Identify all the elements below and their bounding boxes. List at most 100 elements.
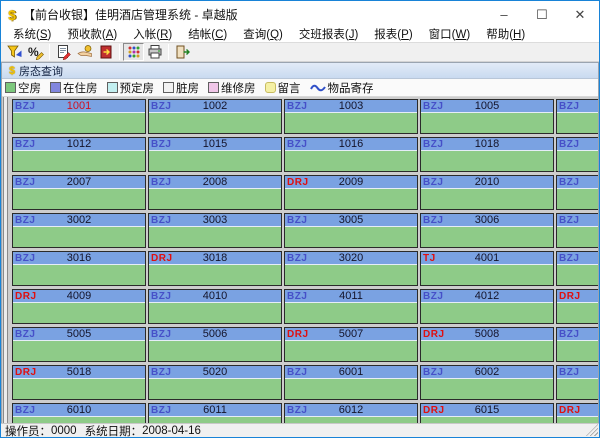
room-number: 4009 (13, 290, 145, 303)
room-cell[interactable]: DRJ (556, 403, 598, 423)
printer-button[interactable] (144, 43, 165, 61)
exit-door-button[interactable] (172, 43, 193, 61)
room-cell[interactable]: BZJ5006 (148, 327, 282, 362)
minimize-button[interactable]: – (485, 1, 523, 28)
room-cell[interactable]: BZJ (556, 175, 598, 210)
room-number: 6010 (13, 404, 145, 417)
menu-item[interactable]: 结帐(C) (180, 28, 235, 42)
room-cell[interactable]: BZJ4011 (284, 289, 418, 324)
room-cell[interactable]: BZJ5020 (148, 365, 282, 400)
child-caption-bar: $ 房态查询 (2, 63, 598, 79)
room-row: BZJ1012BZJ1015BZJ1016BZJ1018 BZJ (12, 137, 598, 172)
room-cell[interactable]: BZJ2007 (12, 175, 146, 210)
menu-item[interactable]: 交班报表(J) (291, 28, 366, 42)
room-cell[interactable]: BZJ3005 (284, 213, 418, 248)
room-cell[interactable]: DRJ5018 (12, 365, 146, 400)
room-cell[interactable]: BZJ (556, 137, 598, 172)
room-cell[interactable]: TJ4001 (420, 251, 554, 286)
cash-register-button[interactable] (95, 43, 116, 61)
room-cell-header: BZJ1001 (13, 100, 145, 113)
room-cell-header: BZJ4010 (149, 290, 281, 303)
room-cell[interactable]: BZJ1018 (420, 137, 554, 172)
room-number: 6015 (421, 404, 553, 417)
room-cell[interactable]: BZJ3006 (420, 213, 554, 248)
room-cell-header: BZJ5006 (149, 328, 281, 341)
room-cell[interactable]: BZJ4010 (148, 289, 282, 324)
room-status-area (13, 113, 145, 133)
menu-item[interactable]: 帮助(H) (478, 28, 533, 42)
room-cell[interactable]: BZJ3002 (12, 213, 146, 248)
room-type-code: BZJ (559, 176, 579, 189)
room-cell[interactable]: BZJ6012 (284, 403, 418, 423)
room-status-area (421, 227, 553, 247)
room-grid-button[interactable] (123, 43, 144, 61)
menu-item[interactable]: 查询(Q) (235, 28, 291, 42)
legend-label: 脏房 (176, 80, 199, 96)
room-cell[interactable]: BZJ1016 (284, 137, 418, 172)
child-dollar-icon: $ (5, 65, 19, 77)
room-row: BZJ3016DRJ3018BZJ3020TJ4001BZJ (12, 251, 598, 286)
room-cell[interactable]: BZJ5005 (12, 327, 146, 362)
room-cell[interactable]: BZJ (556, 327, 598, 362)
maximize-button[interactable]: ☐ (523, 1, 561, 28)
room-cell[interactable]: BZJ1012 (12, 137, 146, 172)
menu-bar: 系统(S)预收款(A)入帐(R)结帐(C)查询(Q)交班报表(J)报表(P)窗口… (1, 28, 599, 42)
hand-cash-button[interactable] (74, 43, 95, 61)
room-cell[interactable]: BZJ (556, 213, 598, 248)
legend-label: 物品寄存 (328, 80, 374, 96)
room-status-area (285, 151, 417, 171)
room-cell[interactable]: BZJ6002 (420, 365, 554, 400)
room-number: 5008 (421, 328, 553, 341)
room-cell[interactable]: BZJ4012 (420, 289, 554, 324)
room-type-code: BZJ (559, 138, 579, 151)
room-cell[interactable]: BZJ1002 (148, 99, 282, 134)
menu-item[interactable]: 系统(S) (5, 28, 59, 42)
room-cell-header: DRJ3018 (149, 252, 281, 265)
room-cell[interactable]: BZJ1015 (148, 137, 282, 172)
menu-item[interactable]: 入帐(R) (125, 28, 180, 42)
room-cell[interactable]: BZJ (556, 99, 598, 134)
room-cell[interactable]: BZJ6001 (284, 365, 418, 400)
room-cell-header: DRJ (557, 290, 598, 303)
room-status-area (149, 379, 281, 399)
room-cell[interactable]: BZJ (556, 365, 598, 400)
legend-label: 留言 (278, 80, 301, 96)
document-edit-button[interactable] (53, 43, 74, 61)
close-button[interactable]: ✕ (561, 1, 599, 28)
room-cell[interactable]: DRJ5007 (284, 327, 418, 362)
room-number: 5005 (13, 328, 145, 341)
room-cell[interactable]: DRJ6015 (420, 403, 554, 423)
room-cell[interactable]: BZJ3020 (284, 251, 418, 286)
room-cell[interactable]: BZJ1005 (420, 99, 554, 134)
left-edge-strip (3, 97, 8, 423)
message-note-icon (265, 82, 276, 93)
percent-edit-button[interactable]: % (25, 43, 46, 61)
room-cell[interactable]: BZJ6010 (12, 403, 146, 423)
room-cell[interactable]: BZJ (556, 251, 598, 286)
menu-item[interactable]: 报表(P) (366, 28, 420, 42)
filter-funnel-button[interactable] (4, 43, 25, 61)
room-cell-header: BZJ (557, 176, 598, 189)
room-cell[interactable]: DRJ5008 (420, 327, 554, 362)
menu-item[interactable]: 窗口(W) (421, 28, 479, 42)
room-cell[interactable]: DRJ2009 (284, 175, 418, 210)
room-cell[interactable]: BZJ2010 (420, 175, 554, 210)
room-cell[interactable]: DRJ3018 (148, 251, 282, 286)
filter-funnel-icon (7, 44, 23, 60)
room-row: BZJ1001BZJ1002BZJ1003BZJ1005BZJ (12, 99, 598, 134)
room-cell[interactable]: BZJ3003 (148, 213, 282, 248)
room-cell[interactable]: DRJ4009 (12, 289, 146, 324)
room-number: 3016 (13, 252, 145, 265)
room-cell-header: BZJ1015 (149, 138, 281, 151)
room-cell[interactable]: DRJ (556, 289, 598, 324)
resize-grip-icon[interactable] (586, 424, 598, 436)
room-cell[interactable]: BZJ2008 (148, 175, 282, 210)
room-cell-header: BZJ2008 (149, 176, 281, 189)
menu-item[interactable]: 预收款(A) (59, 28, 125, 42)
room-cell[interactable]: BZJ1003 (284, 99, 418, 134)
room-cell[interactable]: BZJ3016 (12, 251, 146, 286)
room-cell-header: BZJ1018 (421, 138, 553, 151)
room-cell[interactable]: BZJ6011 (148, 403, 282, 423)
room-status-area (149, 113, 281, 133)
room-cell[interactable]: BZJ1001 (12, 99, 146, 134)
